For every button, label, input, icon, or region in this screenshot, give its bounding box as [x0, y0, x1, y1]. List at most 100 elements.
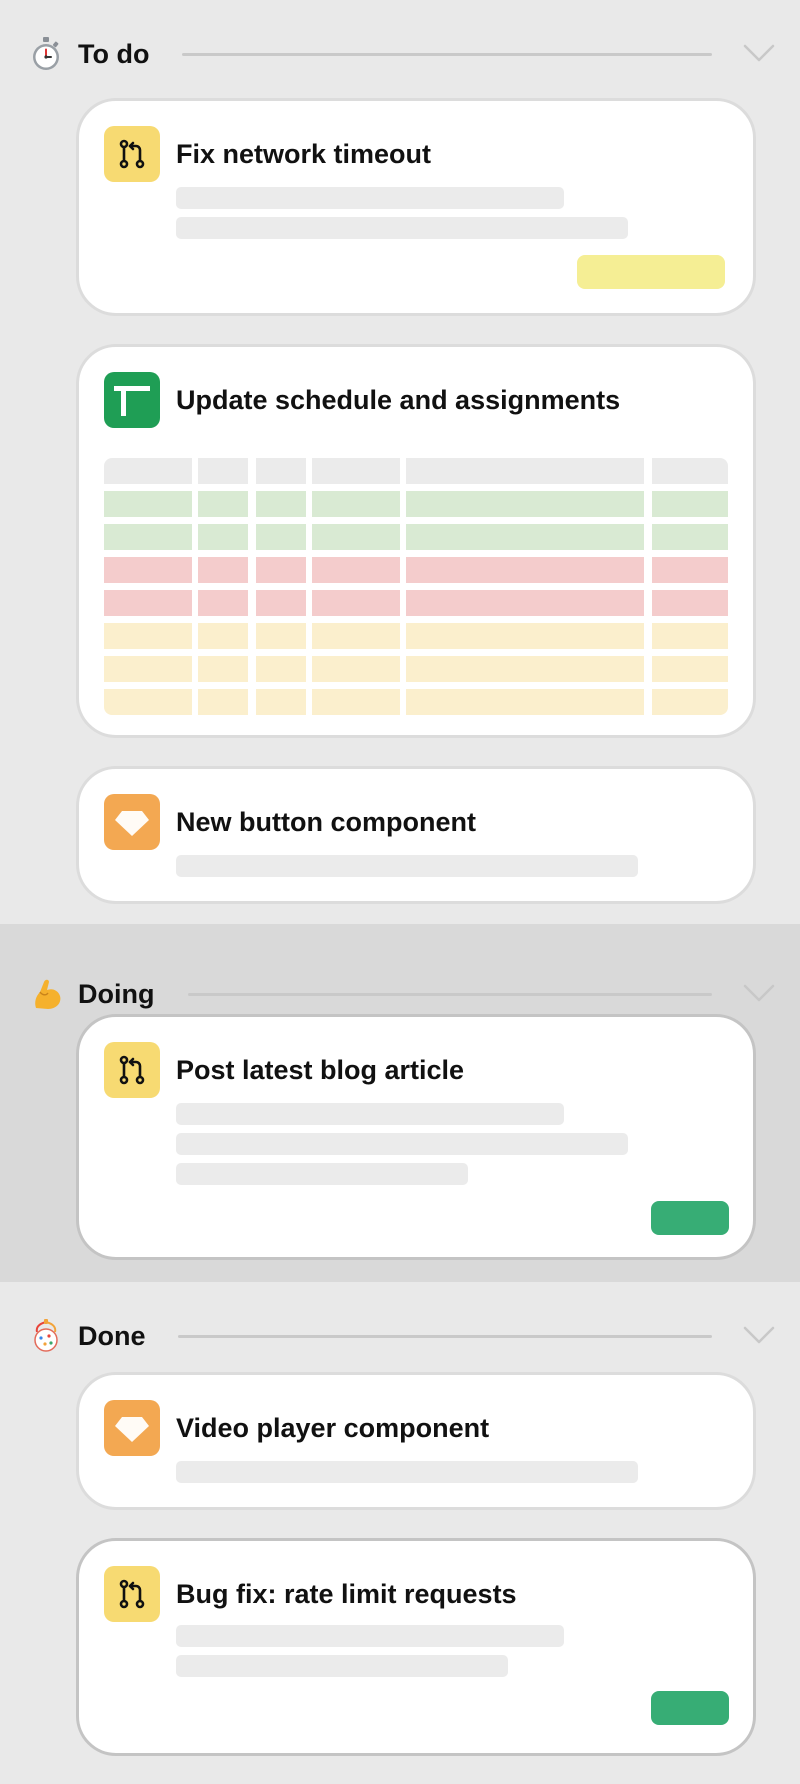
- column-title: To do: [78, 39, 150, 69]
- chevron-down-icon[interactable]: [742, 980, 776, 1006]
- text-placeholder: [176, 217, 628, 239]
- card-title: Post latest blog article: [176, 1055, 465, 1085]
- spreadsheet-icon: [104, 372, 160, 428]
- sheet-cell: [652, 656, 728, 682]
- sheet-cell: [256, 656, 306, 682]
- sheet-cell: [312, 557, 400, 583]
- sheet-cell: [104, 590, 192, 616]
- task-card[interactable]: Bug fix: rate limit requests: [76, 1538, 756, 1756]
- sheet-cell: [312, 524, 400, 550]
- chevron-down-icon[interactable]: [742, 1322, 776, 1348]
- pull-request-icon: [104, 1566, 160, 1622]
- sheet-cell: [256, 623, 306, 649]
- sheet-cell: [652, 557, 728, 583]
- sheet-cell: [312, 689, 400, 715]
- sheet-cell: [104, 557, 192, 583]
- pull-request-icon: [104, 1042, 160, 1098]
- sheet-cell: [256, 590, 306, 616]
- task-card[interactable]: New button component: [76, 766, 756, 904]
- text-placeholder: [176, 1163, 468, 1185]
- sheet-cell: [652, 689, 728, 715]
- text-placeholder: [176, 1103, 564, 1125]
- flexed-biceps-icon: [35, 979, 61, 1009]
- sheet-cell: [652, 491, 728, 517]
- sheet-cell: [198, 458, 248, 484]
- sheet-cell: [256, 491, 306, 517]
- text-placeholder: [176, 1133, 628, 1155]
- sheet-cell: [406, 689, 644, 715]
- sheet-cell: [198, 524, 248, 550]
- text-placeholder: [176, 1625, 564, 1647]
- sheet-row: [104, 524, 728, 550]
- sheet-cell: [198, 689, 248, 715]
- sheet-cell: [256, 689, 306, 715]
- card-title: Fix network timeout: [176, 139, 432, 169]
- card-title: New button component: [176, 807, 476, 837]
- sheet-cell: [652, 524, 728, 550]
- sheet-cell: [256, 557, 306, 583]
- column-header-todo: To do: [0, 26, 800, 82]
- divider: [182, 53, 712, 56]
- sheet-cell: [406, 491, 644, 517]
- text-placeholder: [176, 1461, 638, 1483]
- spreadsheet-preview: [104, 458, 728, 722]
- sheet-row: [104, 458, 728, 484]
- sheet-cell: [406, 590, 644, 616]
- task-card[interactable]: Post latest blog article: [76, 1014, 756, 1260]
- sheet-cell: [198, 491, 248, 517]
- sheet-cell: [256, 458, 306, 484]
- card-title: Bug fix: rate limit requests: [176, 1579, 517, 1609]
- sheet-row: [104, 656, 728, 682]
- sheet-cell: [406, 458, 644, 484]
- sheet-cell: [198, 590, 248, 616]
- text-placeholder: [176, 187, 564, 209]
- sheet-cell: [198, 656, 248, 682]
- sketch-diamond-icon: [104, 1400, 160, 1456]
- column-header-done: Done: [0, 1308, 800, 1364]
- status-pill[interactable]: [577, 255, 725, 289]
- sheet-cell: [652, 590, 728, 616]
- sheet-cell: [312, 491, 400, 517]
- sheet-cell: [406, 623, 644, 649]
- task-card[interactable]: Video player component: [76, 1372, 756, 1510]
- sheet-cell: [406, 557, 644, 583]
- sheet-row: [104, 590, 728, 616]
- sheet-cell: [312, 590, 400, 616]
- sheet-cell: [312, 458, 400, 484]
- sheet-cell: [104, 458, 192, 484]
- card-title: Update schedule and assignments: [176, 385, 621, 415]
- pull-request-icon: [104, 126, 160, 182]
- column-done: Done Video player component Bug fix: rat…: [0, 1282, 800, 1784]
- sheet-cell: [312, 656, 400, 682]
- sheet-cell: [104, 689, 192, 715]
- sheet-cell: [198, 623, 248, 649]
- sheet-cell: [104, 491, 192, 517]
- sheet-row: [104, 557, 728, 583]
- sheet-cell: [652, 458, 728, 484]
- sheet-cell: [312, 623, 400, 649]
- divider: [178, 1335, 712, 1338]
- chevron-down-icon[interactable]: [742, 40, 776, 66]
- task-card[interactable]: Update schedule and assignments: [76, 344, 756, 738]
- task-card[interactable]: Fix network timeout: [76, 98, 756, 316]
- column-title: Done: [78, 1321, 146, 1351]
- sheet-row: [104, 491, 728, 517]
- sheet-cell: [104, 524, 192, 550]
- status-pill[interactable]: [651, 1691, 729, 1725]
- column-title: Doing: [78, 979, 155, 1009]
- sheet-cell: [104, 623, 192, 649]
- sheet-row: [104, 689, 728, 715]
- sheet-cell: [406, 524, 644, 550]
- column-todo: To do Fix network timeout Update schedul…: [0, 0, 800, 924]
- sheet-cell: [406, 656, 644, 682]
- sheet-cell: [198, 557, 248, 583]
- column-doing: Doing Post latest blog article: [0, 924, 800, 1282]
- card-title: Video player component: [176, 1413, 490, 1443]
- sheet-cell: [104, 656, 192, 682]
- text-placeholder: [176, 855, 638, 877]
- sheet-cell: [652, 623, 728, 649]
- status-pill[interactable]: [651, 1201, 729, 1235]
- divider: [188, 993, 712, 996]
- sheet-cell: [256, 524, 306, 550]
- confetti-ball-icon: [34, 1319, 58, 1352]
